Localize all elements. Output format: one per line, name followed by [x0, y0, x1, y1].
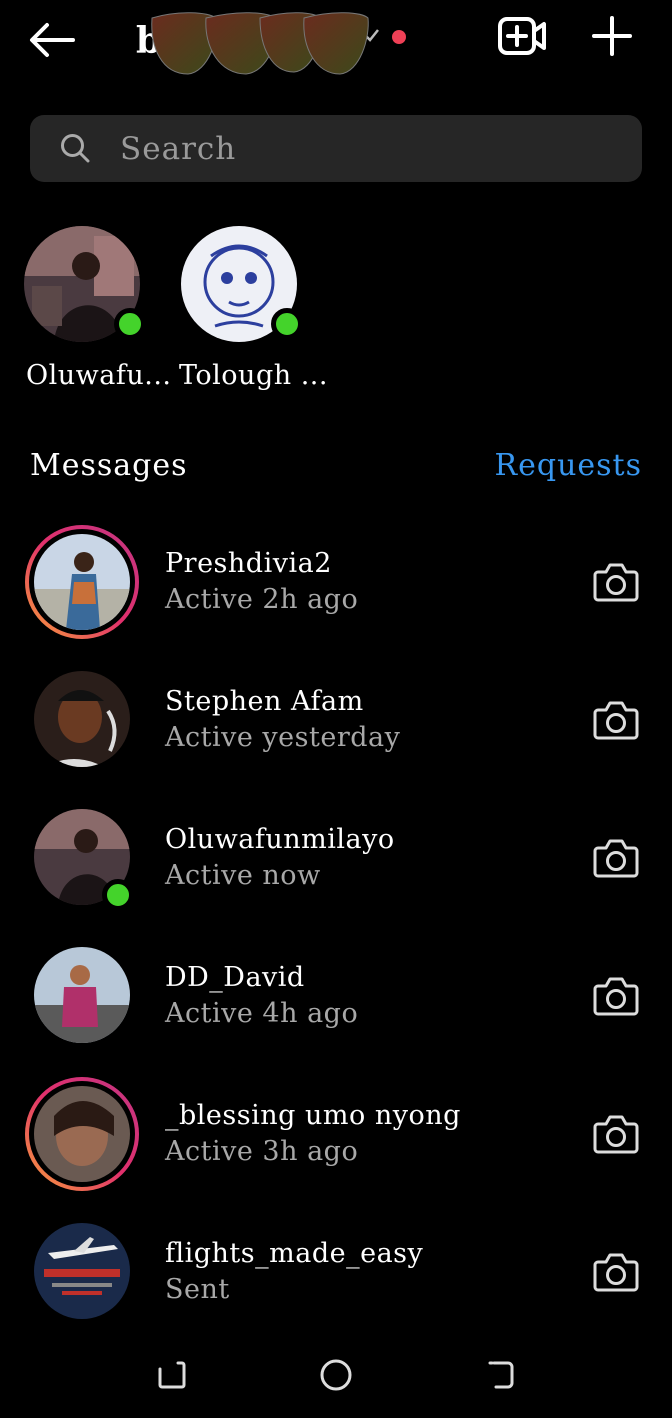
active-user-item[interactable]: Oluwafu...: [18, 224, 171, 400]
online-indicator: [114, 308, 146, 340]
avatar: [34, 1086, 130, 1182]
avatar: [34, 1223, 130, 1319]
thread-username: Preshdivia2: [165, 548, 332, 579]
thread-username: _blessing umo nyong: [165, 1100, 461, 1131]
arrow-left-icon: [30, 23, 75, 57]
online-indicator: [102, 879, 134, 911]
system-nav-bar: [0, 1336, 672, 1418]
thread-username: Oluwafunmilayo: [165, 824, 395, 855]
message-thread[interactable]: DD_David Active 4h ago: [0, 926, 672, 1064]
camera-icon[interactable]: [592, 1112, 640, 1156]
message-thread[interactable]: Stephen Afam Active yesterday: [0, 650, 672, 788]
active-user-name: Oluwafu...: [26, 360, 172, 391]
message-thread[interactable]: Preshdivia2 Active 2h ago: [0, 512, 672, 650]
plus-icon: [592, 16, 632, 56]
search-bar[interactable]: [30, 115, 642, 182]
active-user-name: Tolough ...: [179, 360, 328, 391]
story-ring[interactable]: [25, 1077, 139, 1191]
thread-status: Active 2h ago: [165, 584, 359, 615]
thread-status: Active yesterday: [165, 722, 401, 753]
requests-link[interactable]: Requests: [495, 448, 642, 483]
messages-section-header: Messages Requests: [30, 448, 642, 492]
message-thread[interactable]: _blessing umo nyong Active 3h ago: [0, 1064, 672, 1202]
thread-username: flights_made_easy: [165, 1238, 424, 1269]
new-video-chat-button[interactable]: [496, 14, 548, 60]
home-circle-icon: [320, 1359, 352, 1391]
thread-status: Active now: [165, 860, 321, 891]
message-thread[interactable]: Oluwafunmilayo Active now: [0, 788, 672, 926]
new-message-button[interactable]: [588, 12, 636, 60]
recents-icon: [158, 1361, 186, 1389]
thread-username: Stephen Afam: [165, 686, 364, 717]
camera-icon[interactable]: [592, 1250, 640, 1294]
home-button[interactable]: [312, 1354, 360, 1396]
thread-status: Active 3h ago: [165, 1136, 359, 1167]
active-user-item[interactable]: Tolough ...: [175, 224, 327, 400]
avatar: [34, 534, 130, 630]
sunglasses-overlay-icon: [151, 12, 369, 75]
camera-icon[interactable]: [592, 560, 640, 604]
search-icon: [61, 134, 90, 163]
avatar: [34, 671, 130, 767]
avatar: [34, 947, 130, 1043]
account-title[interactable]: b: [134, 8, 414, 80]
camera-icon[interactable]: [592, 836, 640, 880]
recents-button[interactable]: [148, 1354, 196, 1396]
notification-dot: [392, 30, 406, 44]
system-back-button[interactable]: [476, 1354, 524, 1396]
message-thread[interactable]: flights_made_easy Sent: [0, 1202, 672, 1340]
thread-status: Sent: [165, 1274, 230, 1305]
messages-heading: Messages: [30, 448, 188, 483]
camera-icon[interactable]: [592, 974, 640, 1018]
video-plus-icon: [498, 17, 546, 55]
active-users-row: Oluwafu... Tolough ...: [0, 224, 672, 400]
thread-username: DD_David: [165, 962, 305, 993]
camera-icon[interactable]: [592, 698, 640, 742]
system-back-icon: [488, 1361, 514, 1389]
back-button[interactable]: [28, 18, 76, 62]
online-indicator: [271, 308, 303, 340]
top-bar: b: [0, 0, 672, 80]
thread-status: Active 4h ago: [165, 998, 359, 1029]
story-ring[interactable]: [25, 525, 139, 639]
search-input[interactable]: [120, 125, 620, 173]
